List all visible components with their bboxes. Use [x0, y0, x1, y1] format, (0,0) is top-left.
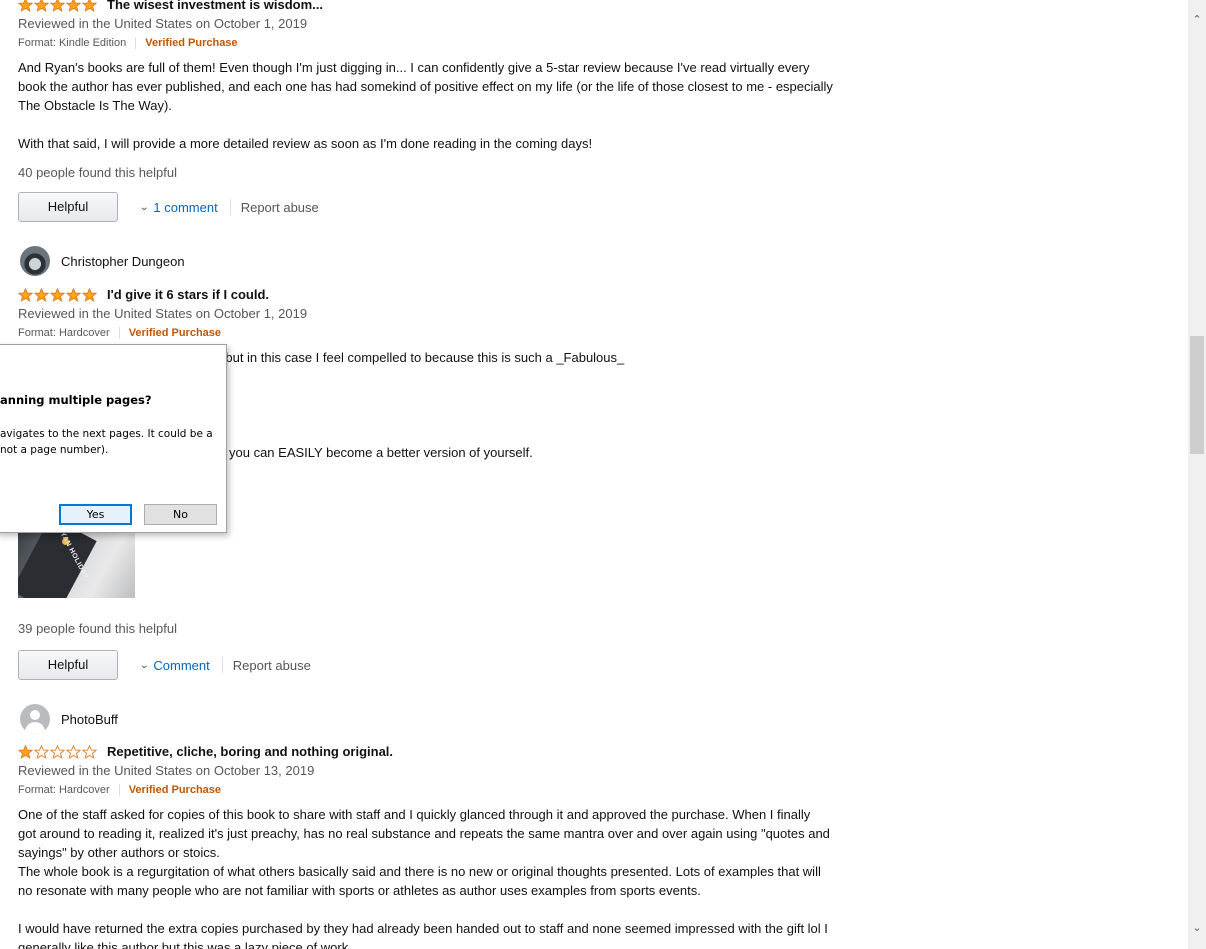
reviewer-name[interactable]: Christopher Dungeon [61, 254, 185, 269]
star-filled-icon [50, 0, 65, 12]
reviewer-profile[interactable]: PhotoBuff [18, 702, 868, 736]
review-format-row: Format: Hardcover Verified Purchase [18, 323, 868, 343]
report-abuse-link[interactable]: Report abuse [241, 200, 319, 215]
review-text-line: And Ryan's books are full of them! Even … [18, 60, 810, 75]
star-empty-icon [34, 744, 49, 759]
verified-purchase-badge: Verified Purchase [145, 37, 238, 49]
star-empty-icon [66, 744, 81, 759]
star-filled-icon [82, 0, 97, 12]
review-text-line: book the author has ever published, and … [18, 79, 833, 94]
format-label[interactable]: Format: Hardcover [18, 780, 110, 800]
format-label[interactable]: Format: Kindle Edition [18, 33, 126, 53]
vertical-scrollbar[interactable]: ⌃ ⌄ [1188, 0, 1206, 949]
review-actions: Helpful ⌄ Comment Report abuse [18, 650, 868, 680]
verified-purchase-badge: Verified Purchase [128, 784, 222, 796]
review-title[interactable]: I'd give it 6 stars if I could. [107, 287, 269, 302]
scrollbar-thumb[interactable] [1190, 336, 1204, 454]
review-text-line: One of the staff asked for copies of thi… [18, 807, 811, 822]
star-filled-icon [66, 287, 81, 302]
review-format-row: Format: Kindle Edition Verified Purchase [18, 33, 868, 53]
star-filled-icon [18, 287, 33, 302]
star-filled-icon [18, 0, 33, 12]
review-body: And Ryan's books are full of them! Even … [18, 58, 868, 153]
review-date: Reviewed in the United States on October… [18, 306, 308, 321]
review-body: One of the staff asked for copies of thi… [18, 805, 868, 949]
dialog-message-line: avigates to the next pages. It could be … [0, 428, 213, 440]
star-rating [18, 0, 98, 12]
book-cover-image [18, 530, 97, 598]
star-filled-icon [82, 287, 97, 302]
star-filled-icon [34, 0, 49, 12]
star-filled-icon [66, 0, 81, 12]
no-button[interactable]: No [144, 504, 217, 525]
comment-toggle[interactable]: ⌄ 1 comment [139, 200, 218, 215]
dialog-message: avigates to the next pages. It could be … [0, 426, 215, 458]
review-1: The wisest investment is wisdom... Revie… [18, 0, 868, 222]
reviewer-profile[interactable]: Christopher Dungeon [18, 244, 868, 278]
helpful-button[interactable]: Helpful [18, 192, 118, 222]
report-abuse-link[interactable]: Report abuse [233, 658, 311, 673]
helpful-button[interactable]: Helpful [18, 650, 118, 680]
review-date: Reviewed in the United States on October… [18, 16, 308, 31]
scroll-up-arrow-icon[interactable]: ⌃ [1188, 12, 1206, 29]
avatar[interactable] [20, 704, 50, 734]
chevron-down-icon: ⌄ [139, 201, 150, 213]
review-title[interactable]: The wisest investment is wisdom... [107, 0, 323, 12]
review-text-line: The whole book is a regurgitation of wha… [18, 864, 821, 879]
divider [221, 657, 223, 673]
review-title-row: Repetitive, cliche, boring and nothing o… [18, 742, 868, 761]
review-format-row: Format: Hardcover Verified Purchase [18, 780, 868, 800]
helpful-count: 39 people found this helpful [18, 621, 178, 636]
review-title[interactable]: Repetitive, cliche, boring and nothing o… [107, 744, 393, 759]
verified-purchase-badge: Verified Purchase [128, 327, 222, 339]
star-rating [18, 287, 98, 302]
helpful-count: 40 people found this helpful [18, 165, 178, 180]
chevron-down-icon: ⌄ [139, 659, 150, 671]
format-label[interactable]: Format: Hardcover [18, 323, 110, 343]
multi-page-dialog: anning multiple pages? avigates to the n… [0, 344, 227, 533]
review-text-line: The Obstacle Is The Way). [18, 98, 172, 113]
reviewer-name[interactable]: PhotoBuff [61, 712, 118, 727]
reviews-page: The wisest investment is wisdom... Revie… [0, 0, 1188, 949]
divider [229, 199, 231, 215]
star-empty-icon [50, 744, 65, 759]
review-actions: Helpful ⌄ 1 comment Report abuse [18, 192, 868, 222]
review-3: PhotoBuff Repetitive, cliche, boring and… [18, 702, 868, 949]
star-filled-icon [18, 744, 33, 759]
star-filled-icon [34, 287, 49, 302]
avatar[interactable] [20, 246, 50, 276]
star-rating [18, 744, 98, 759]
review-title-row: The wisest investment is wisdom... [18, 0, 868, 14]
review-text-line: got around to reading it, realized it's … [18, 826, 830, 841]
review-text-line: no resonate with many people who are not… [18, 883, 701, 898]
scroll-down-arrow-icon[interactable]: ⌄ [1188, 920, 1206, 937]
review-image-thumbnail[interactable]: RYAN HOLIDAY [18, 530, 135, 598]
review-text-line: I would have returned the extra copies p… [18, 921, 828, 936]
review-title-row: I'd give it 6 stars if I could. [18, 285, 868, 304]
divider [135, 37, 137, 49]
divider [118, 327, 120, 339]
comment-toggle[interactable]: ⌄ Comment [139, 658, 210, 673]
yes-button[interactable]: Yes [59, 504, 132, 525]
star-empty-icon [82, 744, 97, 759]
star-filled-icon [50, 287, 65, 302]
comment-link[interactable]: 1 comment [153, 200, 217, 215]
comment-link[interactable]: Comment [153, 658, 209, 673]
review-text-line: generally like this author but this was … [18, 940, 352, 949]
divider [118, 784, 120, 796]
review-2-footer: 39 people found this helpful Helpful ⌄ C… [18, 619, 868, 680]
review-text-line: With that said, I will provide a more de… [18, 136, 593, 151]
dialog-question: anning multiple pages? [0, 393, 152, 407]
review-text-line: sayings" by other authors or stoics. [18, 845, 220, 860]
dialog-message-line: not a page number). [0, 444, 109, 456]
review-date: Reviewed in the United States on October… [18, 763, 315, 778]
